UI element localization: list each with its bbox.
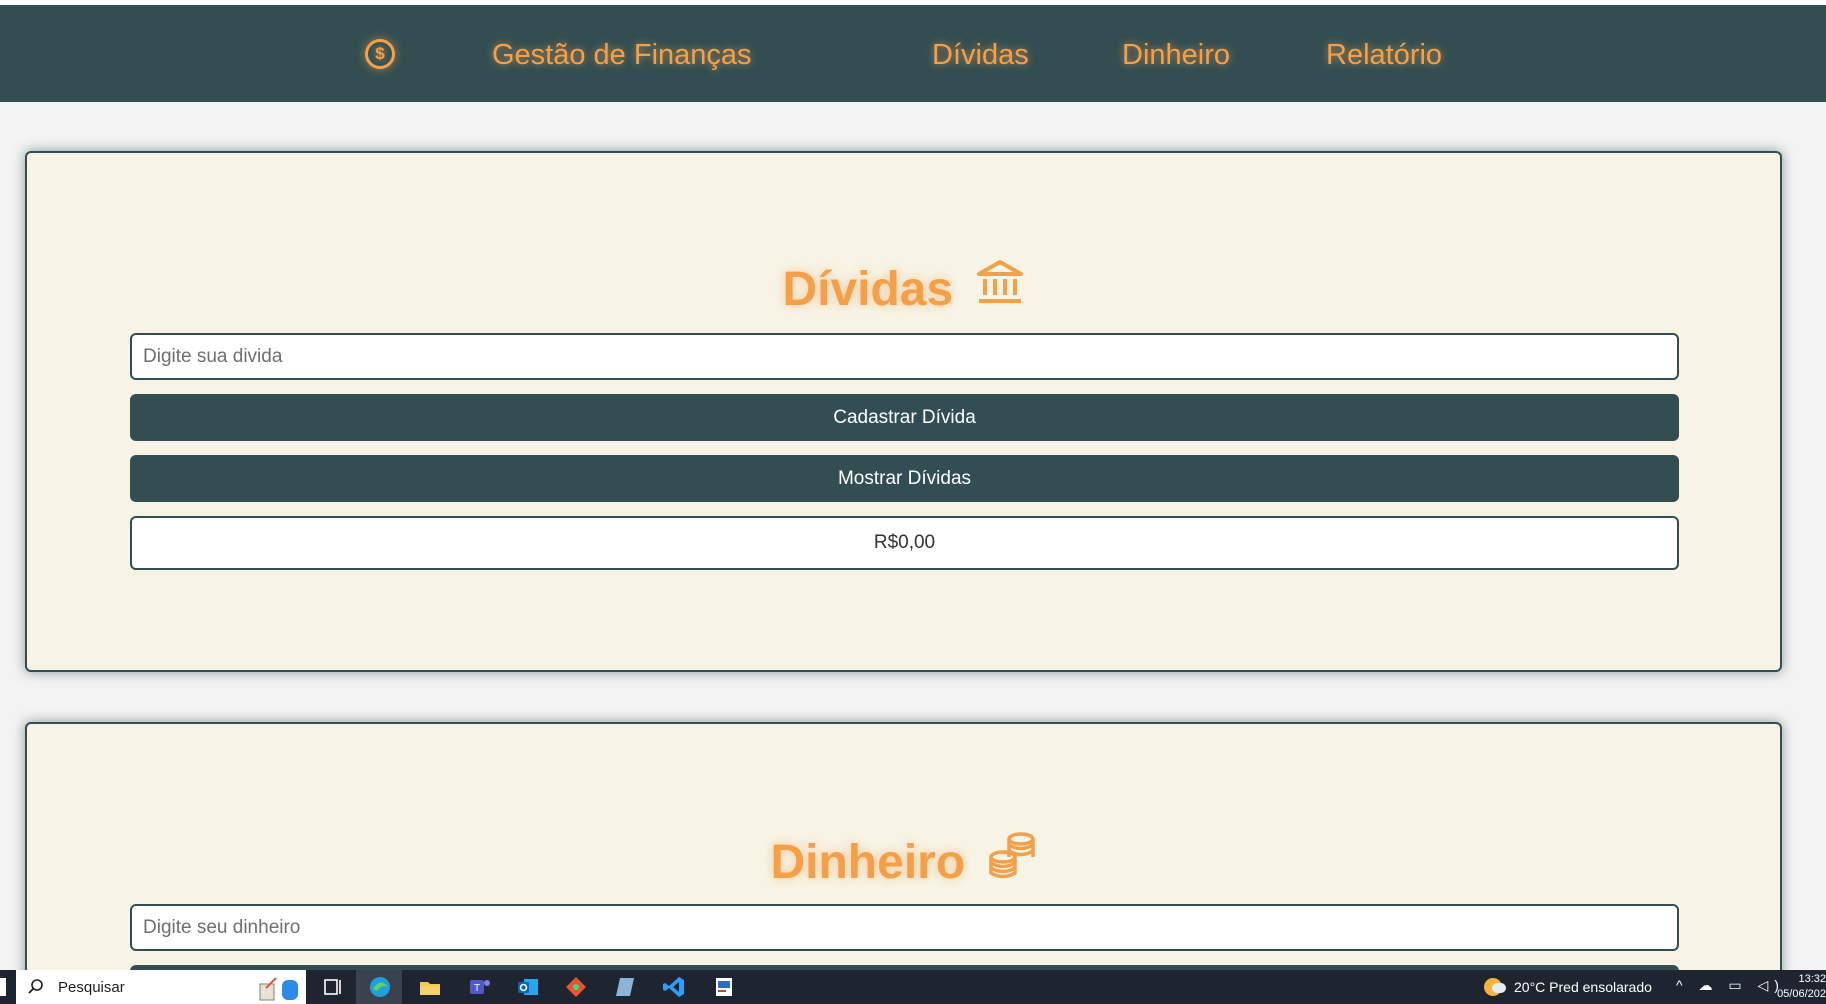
dividas-heading: Dívidas <box>27 257 1780 319</box>
dinheiro-heading: Dinheiro <box>27 830 1780 892</box>
coins-icon <box>987 830 1037 892</box>
dollar-coin-icon[interactable]: $ <box>365 39 395 69</box>
nav-link-dividas[interactable]: Dívidas <box>932 39 1029 72</box>
dinheiro-input[interactable] <box>130 904 1679 951</box>
edge-browser-icon[interactable] <box>368 975 392 999</box>
start-button[interactable] <box>0 978 6 996</box>
mostrar-dividas-button[interactable]: Mostrar Dívidas <box>130 455 1679 502</box>
teams-icon[interactable]: T <box>468 975 492 999</box>
nav-link-dinheiro[interactable]: Dinheiro <box>1122 39 1230 72</box>
dinheiro-title: Dinheiro <box>770 836 966 889</box>
dividas-card: Dívidas Cadastrar Dívida Mostrar Dívidas… <box>25 151 1782 672</box>
svg-text:T: T <box>474 983 480 994</box>
nav-brand[interactable]: Gestão de Finanças <box>492 39 752 72</box>
vscode-icon[interactable] <box>662 975 686 999</box>
taskbar-search[interactable]: Pesquisar <box>16 970 306 1004</box>
outlook-icon[interactable] <box>516 975 540 999</box>
file-explorer-icon[interactable] <box>418 975 442 999</box>
nav-link-relatorio[interactable]: Relatório <box>1326 39 1442 72</box>
navbar: $ Gestão de Finanças Dívidas Dinheiro Re… <box>0 5 1826 102</box>
bank-icon <box>975 257 1025 319</box>
clock[interactable]: 13:32 05/06/202 <box>1776 972 1826 1002</box>
clock-time: 13:32 <box>1798 973 1826 985</box>
dividas-title: Dívidas <box>782 263 954 316</box>
divida-input[interactable] <box>130 333 1679 380</box>
cadastrar-divida-button[interactable]: Cadastrar Dívida <box>130 394 1679 441</box>
search-highlight-icon <box>256 974 302 1004</box>
weather-text[interactable]: 20°C Pred ensolarado <box>1514 979 1652 995</box>
task-view-icon[interactable] <box>322 975 346 999</box>
clock-date: 05/06/202 <box>1777 988 1826 1000</box>
notes-app-icon[interactable] <box>614 975 638 999</box>
dinheiro-card: Dinheiro <box>25 722 1782 1004</box>
git-tool-icon[interactable] <box>564 975 588 999</box>
taskbar: Pesquisar T 20°C Pred ensolarado ^ ☁ ▭ ◁… <box>0 970 1826 1004</box>
dividas-total: R$0,00 <box>130 516 1679 570</box>
search-icon <box>28 979 44 1000</box>
system-tray-icons[interactable]: ^ ☁ ▭ ◁) <box>1676 977 1785 994</box>
snipping-tool-icon[interactable] <box>712 975 736 999</box>
search-label: Pesquisar <box>58 979 125 996</box>
weather-cloud-icon <box>1492 983 1506 993</box>
